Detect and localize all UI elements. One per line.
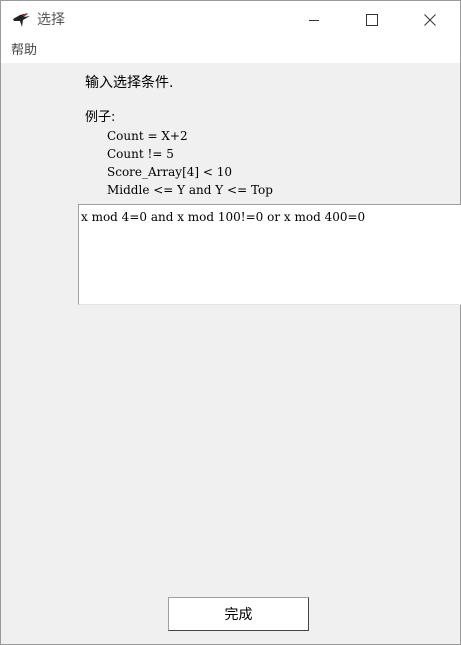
window-title: 选择 [37, 12, 65, 28]
condition-input[interactable]: x mod 4=0 and x mod 100!=0 or x mod 400=… [78, 204, 461, 305]
examples-list: Count = X+2 Count != 5 Score_Array[4] < … [107, 127, 273, 199]
maximize-button[interactable] [349, 1, 395, 39]
minimize-icon [308, 11, 320, 30]
done-button[interactable]: 完成 [168, 597, 309, 631]
title-bar[interactable]: 选择 [1, 1, 460, 39]
instruction-label: 输入选择条件. [85, 75, 174, 91]
menu-bar: 帮助 [1, 39, 460, 63]
maximize-icon [366, 11, 378, 30]
dialog-window: 选择 帮助 输入选择条件. 例子: Count = X+2 Count != 5… [0, 0, 461, 645]
example-item: Count != 5 [107, 147, 174, 161]
example-item: Count = X+2 [107, 129, 188, 143]
examples-heading: 例子: [85, 110, 116, 125]
app-bird-icon [10, 10, 32, 30]
close-icon [424, 11, 436, 30]
example-item: Score_Array[4] < 10 [107, 165, 233, 179]
close-button[interactable] [407, 1, 453, 39]
example-item: Middle <= Y and Y <= Top [107, 183, 273, 197]
menu-item-help[interactable]: 帮助 [11, 43, 37, 59]
minimize-button[interactable] [291, 1, 337, 39]
